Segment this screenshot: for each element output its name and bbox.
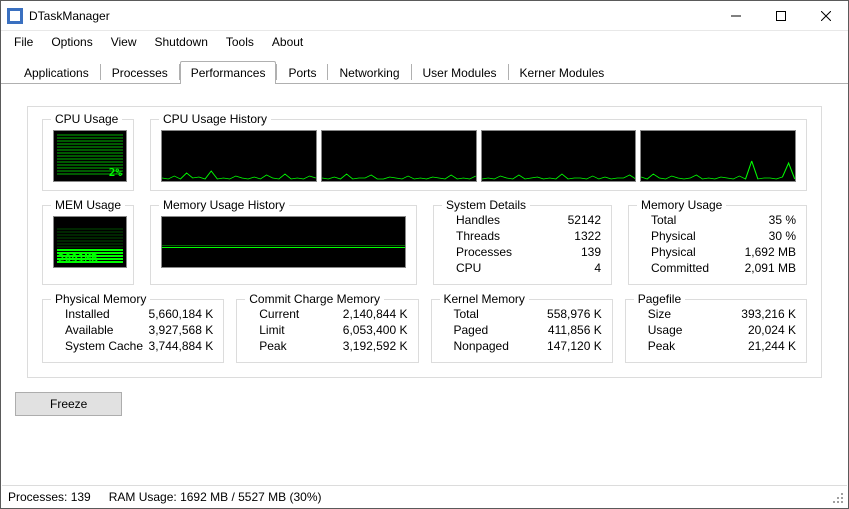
km-nonpaged-label: Nonpaged <box>454 339 509 353</box>
tab-user-modules[interactable]: User Modules <box>412 61 508 84</box>
cpu-usage-value: 2% <box>109 166 122 179</box>
cpu-history-box: CPU Usage History <box>150 119 807 191</box>
menu-about[interactable]: About <box>263 33 312 51</box>
cpu-history-chart-1 <box>321 130 477 182</box>
physical-memory-label: Physical Memory <box>51 292 150 306</box>
mem-total-label: Total <box>651 213 676 227</box>
tab-strip: Applications Processes Performances Port… <box>1 53 848 84</box>
menu-tools[interactable]: Tools <box>217 33 263 51</box>
km-nonpaged-value: 147,120 K <box>547 339 602 353</box>
pagefile-label: Pagefile <box>634 292 685 306</box>
threads-value: 1322 <box>574 229 601 243</box>
pm-installed-label: Installed <box>65 307 110 321</box>
system-details-box: System Details Handles52142 Threads1322 … <box>433 205 612 285</box>
cpu-history-chart-3 <box>640 130 796 182</box>
cpu-count-label: CPU <box>456 261 481 275</box>
tab-performances[interactable]: Performances <box>180 61 277 84</box>
menu-shutdown[interactable]: Shutdown <box>146 33 217 51</box>
threads-label: Threads <box>456 229 500 243</box>
kernel-memory-box: Kernel Memory Total558,976 K Paged411,85… <box>431 299 613 363</box>
tab-kerner-modules[interactable]: Kerner Modules <box>509 61 616 84</box>
window-controls <box>713 1 848 30</box>
window-title: DTaskManager <box>29 9 713 23</box>
mem-phys-pct-value: 30 % <box>769 229 796 243</box>
menu-view[interactable]: View <box>102 33 146 51</box>
pm-cache-value: 3,744,884 K <box>149 339 214 353</box>
tab-ports[interactable]: Ports <box>277 61 327 84</box>
titlebar: DTaskManager <box>1 1 848 31</box>
mem-history-label: Memory Usage History <box>159 198 289 212</box>
km-paged-value: 411,856 K <box>548 323 602 337</box>
mem-usage-box: MEM Usage 2091MB <box>42 205 134 285</box>
cpu-usage-label: CPU Usage <box>51 112 122 126</box>
maximize-button[interactable] <box>758 1 803 30</box>
processes-value: 139 <box>581 245 601 259</box>
close-button[interactable] <box>803 1 848 30</box>
physical-memory-box: Physical Memory Installed5,660,184 K Ava… <box>42 299 224 363</box>
cc-current-label: Current <box>259 307 299 321</box>
resize-grip-icon[interactable] <box>831 491 845 505</box>
km-total-label: Total <box>454 307 479 321</box>
pm-installed-value: 5,660,184 K <box>149 307 214 321</box>
cc-limit-label: Limit <box>259 323 284 337</box>
mem-committed-label: Committed <box>651 261 709 275</box>
menu-file[interactable]: File <box>5 33 42 51</box>
freeze-button[interactable]: Freeze <box>15 392 122 416</box>
pf-usage-label: Usage <box>648 323 683 337</box>
tab-processes[interactable]: Processes <box>101 61 179 84</box>
mem-committed-value: 2,091 MB <box>745 261 796 275</box>
performance-panel: CPU Usage 2% CPU Usage History MEM Usage… <box>27 106 822 378</box>
km-total-value: 558,976 K <box>547 307 602 321</box>
pf-usage-value: 20,024 K <box>748 323 796 337</box>
minimize-button[interactable] <box>713 1 758 30</box>
cc-peak-label: Peak <box>259 339 286 353</box>
app-icon <box>7 8 23 24</box>
handles-label: Handles <box>456 213 500 227</box>
mem-usage-label: MEM Usage <box>51 198 125 212</box>
cc-peak-value: 3,192,592 K <box>343 339 408 353</box>
memory-usage-label: Memory Usage <box>637 198 726 212</box>
pf-size-label: Size <box>648 307 671 321</box>
mem-usage-value: 2091MB <box>58 252 98 265</box>
cpu-count-value: 4 <box>594 261 601 275</box>
pf-peak-value: 21,244 K <box>748 339 796 353</box>
mem-phys-mb-value: 1,692 MB <box>745 245 796 259</box>
cpu-history-label: CPU Usage History <box>159 112 271 126</box>
cc-limit-value: 6,053,400 K <box>343 323 408 337</box>
kernel-memory-label: Kernel Memory <box>440 292 529 306</box>
menubar: File Options View Shutdown Tools About <box>1 31 848 53</box>
commit-charge-label: Commit Charge Memory <box>245 292 384 306</box>
menu-options[interactable]: Options <box>42 33 101 51</box>
km-paged-label: Paged <box>454 323 489 337</box>
memory-usage-box: Memory Usage Total35 % Physical30 % Phys… <box>628 205 807 285</box>
pf-size-value: 393,216 K <box>741 307 796 321</box>
pf-peak-label: Peak <box>648 339 675 353</box>
cpu-usage-gauge: 2% <box>53 130 127 182</box>
cpu-history-chart-0 <box>161 130 317 182</box>
cpu-usage-box: CPU Usage 2% <box>42 119 134 191</box>
cc-current-value: 2,140,844 K <box>343 307 408 321</box>
status-processes: Processes: 139 <box>8 490 91 504</box>
system-details-label: System Details <box>442 198 530 212</box>
mem-total-value: 35 % <box>769 213 796 227</box>
processes-label: Processes <box>456 245 512 259</box>
pagefile-box: Pagefile Size393,216 K Usage20,024 K Pea… <box>625 299 807 363</box>
mem-history-box: Memory Usage History <box>150 205 417 285</box>
mem-phys-mb-label: Physical <box>651 245 696 259</box>
commit-charge-box: Commit Charge Memory Current2,140,844 K … <box>236 299 418 363</box>
status-bar: Processes: 139 RAM Usage: 1692 MB / 5527… <box>2 485 847 507</box>
status-ram: RAM Usage: 1692 MB / 5527 MB (30%) <box>109 490 322 504</box>
tab-networking[interactable]: Networking <box>328 61 410 84</box>
handles-value: 52142 <box>568 213 601 227</box>
mem-phys-pct-label: Physical <box>651 229 696 243</box>
pm-available-value: 3,927,568 K <box>149 323 214 337</box>
cpu-history-chart-2 <box>481 130 637 182</box>
mem-history-chart <box>161 216 406 268</box>
pm-available-label: Available <box>65 323 113 337</box>
mem-usage-gauge: 2091MB <box>53 216 127 268</box>
pm-cache-label: System Cache <box>65 339 143 353</box>
tab-applications[interactable]: Applications <box>13 61 100 84</box>
